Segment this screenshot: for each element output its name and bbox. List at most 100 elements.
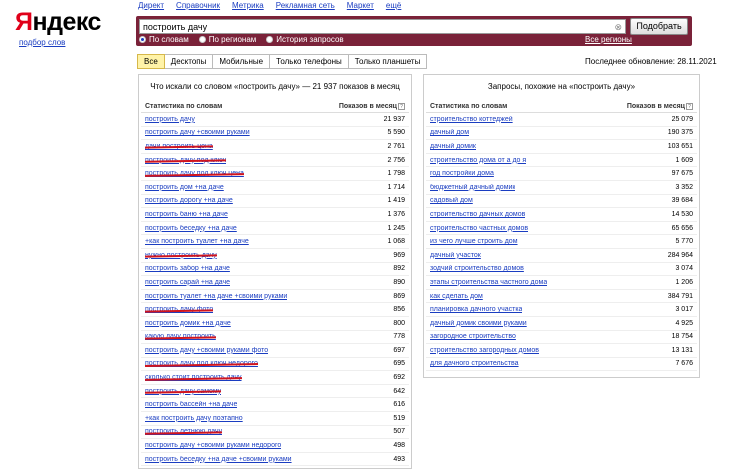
shows-count: 65 656 xyxy=(671,224,693,232)
query-link[interactable]: этапы строительства частного дома xyxy=(430,279,547,286)
query-link[interactable]: +как построить дачу поэтапно xyxy=(145,415,243,422)
query-link[interactable]: построить дачу +своими руками недорого xyxy=(145,442,281,449)
query-link[interactable]: построить дачу самому xyxy=(145,388,221,395)
query-link[interactable]: построить летнюю дачу xyxy=(145,428,222,435)
query-link[interactable]: из чего лучше строить дом xyxy=(430,238,518,245)
yandex-logo[interactable]: Яндекс xyxy=(15,8,101,37)
shows-count: 3 017 xyxy=(675,306,693,314)
query-link[interactable]: построить бассейн +на даче xyxy=(145,401,237,408)
query-link[interactable]: строительство частных домов xyxy=(430,225,528,232)
wordstat-subtitle-link[interactable]: подбор слов xyxy=(19,38,65,47)
query-link[interactable]: бюджетный дачный домик xyxy=(430,184,515,191)
query-link[interactable]: построить дачу под ключ цена xyxy=(145,170,244,177)
query-link[interactable]: загородное строительство xyxy=(430,333,516,340)
query-link[interactable]: построить беседку +на даче +своими рукам… xyxy=(145,456,292,463)
query-link[interactable]: для дачного строительства xyxy=(430,360,519,367)
table-row: год постройки дома 97 675 xyxy=(426,167,697,181)
table-row: сколько стоит построить дачу 692 xyxy=(141,371,409,385)
search-input[interactable]: построить дачу ⊗ xyxy=(139,19,626,34)
shows-count: 3 352 xyxy=(675,183,693,191)
query-link[interactable]: нужно построить дачу xyxy=(145,252,217,259)
column-headers: Статистика по словам Показов в месяц? xyxy=(426,101,697,113)
query-link[interactable]: какую дачу построить xyxy=(145,333,216,340)
table-row: зодчий строительство домов 3 074 xyxy=(426,263,697,277)
shows-count: 1 206 xyxy=(675,278,693,286)
query-link[interactable]: строительство дома от а до я xyxy=(430,157,526,164)
query-link[interactable]: строительство загородных домов xyxy=(430,347,539,354)
topnav-link[interactable]: Рекламная сеть xyxy=(276,1,335,10)
topnav-link[interactable]: ещё xyxy=(386,1,401,10)
query-link[interactable]: год постройки дома xyxy=(430,170,494,177)
help-icon[interactable]: ? xyxy=(398,102,405,110)
tab-device[interactable]: Все xyxy=(137,54,165,69)
similar-queries-panel: Запросы, похожие на «построить дачу» Ста… xyxy=(423,74,700,378)
query-link[interactable]: дачный домик xyxy=(430,143,476,150)
query-link[interactable]: построить дом +на даче xyxy=(145,184,224,191)
shows-count: 3 074 xyxy=(675,265,693,273)
query-link[interactable]: построить дачу +своими руками фото xyxy=(145,347,268,354)
tab-device[interactable]: Только планшеты xyxy=(348,54,428,69)
table-row: строительство дачных домов 14 530 xyxy=(426,208,697,222)
radio-icon[interactable] xyxy=(139,36,146,43)
query-link[interactable]: построить сарай +на даче xyxy=(145,279,230,286)
query-link[interactable]: построить дачу под ключ xyxy=(145,157,226,164)
query-link[interactable]: строительство коттеджей xyxy=(430,116,513,123)
query-link[interactable]: построить домик +на даче xyxy=(145,320,231,327)
radio-icon[interactable] xyxy=(266,36,274,43)
query-link[interactable]: построить беседку +на даче xyxy=(145,225,237,232)
table-row: построить дачу под ключ 2 756 xyxy=(141,154,409,168)
tab-device[interactable]: Только телефоны xyxy=(270,54,349,69)
query-link[interactable]: садовый дом xyxy=(430,197,473,204)
submit-button[interactable]: Подобрать xyxy=(630,18,688,35)
query-link[interactable]: сколько стоит построить дачу xyxy=(145,374,242,381)
table-row: дачный домик 103 651 xyxy=(426,140,697,154)
query-link[interactable]: построить забор +на даче xyxy=(145,265,230,272)
top-nav: Директ Справочник Метрика Рекламная сеть Мар… xyxy=(138,1,401,10)
radio-label: По регионам xyxy=(208,35,257,44)
col-query-header: Статистика по словам xyxy=(145,103,223,110)
tab-device[interactable]: Десктопы xyxy=(164,54,214,69)
search-mode-option[interactable]: По словам xyxy=(139,35,189,44)
shows-count: 13 131 xyxy=(671,346,693,354)
query-link[interactable]: построить дачу фото xyxy=(145,306,213,313)
query-link[interactable]: построить дорогу +на даче xyxy=(145,197,233,204)
all-regions-link[interactable]: Все регионы xyxy=(585,35,632,44)
table-row: нужно построить дачу 969 xyxy=(141,249,409,263)
query-link[interactable]: планировка дачного участка xyxy=(430,306,522,313)
query-link[interactable]: дачный дом xyxy=(430,129,469,136)
query-link[interactable]: построить туалет +на даче +своими руками xyxy=(145,293,287,300)
table-row: +как построить дачу поэтапно 519 xyxy=(141,412,409,426)
query-link[interactable]: зодчий строительство домов xyxy=(430,265,524,272)
query-link[interactable]: построить дачу под ключ недорого xyxy=(145,360,258,367)
query-link[interactable]: строительство дачных домов xyxy=(430,211,525,218)
query-link[interactable]: +как построить туалет +на даче xyxy=(145,238,249,245)
table-row: построить баню +на даче 1 376 xyxy=(141,208,409,222)
table-row: построить дачу под ключ недорого 695 xyxy=(141,358,409,372)
table-row: построить дачу под ключ цена 1 798 xyxy=(141,167,409,181)
search-mode-option[interactable]: По регионам xyxy=(198,35,257,44)
topnav-link[interactable]: Метрика xyxy=(232,1,264,10)
shows-count: 2 756 xyxy=(387,156,405,164)
clear-icon[interactable]: ⊗ xyxy=(614,21,622,33)
last-update-text: Последнее обновление: 28.11.2021 xyxy=(585,57,717,66)
query-link[interactable]: построить баню +на даче xyxy=(145,211,228,218)
panel-title: Запросы, похожие на «построить дачу» xyxy=(487,82,636,91)
topnav-link[interactable]: Директ xyxy=(138,1,164,10)
query-link[interactable]: дачи построить цена xyxy=(145,143,213,150)
shows-count: 616 xyxy=(393,401,405,409)
help-icon[interactable]: ? xyxy=(686,102,693,110)
query-link[interactable]: построить дачу xyxy=(145,116,195,123)
shows-count: 18 754 xyxy=(671,333,693,341)
topnav-link[interactable]: Справочник xyxy=(176,1,220,10)
shows-count: 507 xyxy=(393,428,405,436)
shows-count: 14 530 xyxy=(671,210,693,218)
query-link[interactable]: дачный участок xyxy=(430,252,481,259)
table-row: из чего лучше строить дом 5 770 xyxy=(426,235,697,249)
topnav-link[interactable]: Маркет xyxy=(347,1,374,10)
tab-device[interactable]: Мобильные xyxy=(213,54,271,69)
query-link[interactable]: как сделать дом xyxy=(430,293,483,300)
search-mode-option[interactable]: История запросов xyxy=(266,35,344,44)
query-link[interactable]: дачный домик своими руками xyxy=(430,320,527,327)
radio-icon[interactable] xyxy=(198,36,206,43)
query-link[interactable]: построить дачу +своими руками xyxy=(145,129,250,136)
